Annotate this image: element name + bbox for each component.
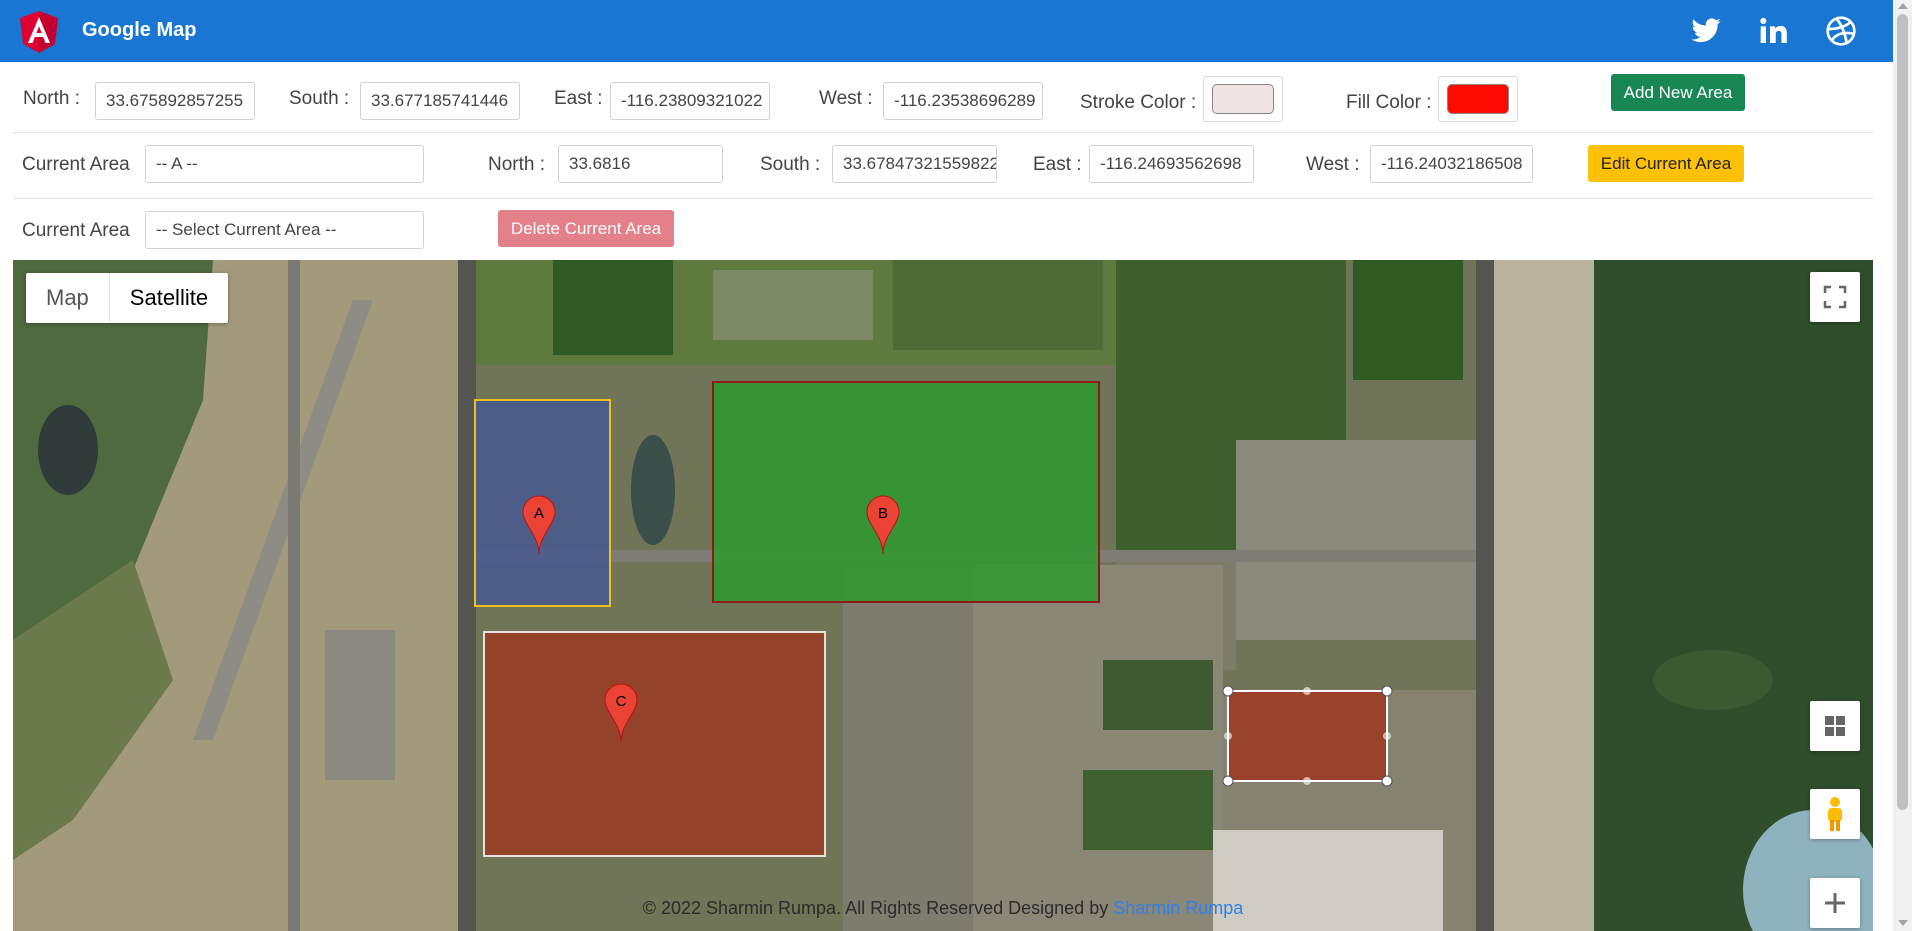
marker-c-label: C	[616, 693, 627, 710]
edit-south-input[interactable]: 33.67847321559822	[832, 145, 997, 183]
fill-color-label: Fill Color :	[1346, 92, 1432, 113]
scroll-down-arrow[interactable]	[1898, 920, 1908, 926]
area-c-polygon[interactable]	[483, 631, 826, 857]
pegman-icon	[1828, 797, 1842, 831]
page-footer: © 2022 Sharmin Rumpa. All Rights Reserve…	[13, 898, 1873, 919]
google-map[interactable]: A B C Map Satellite © 2022 Sharmin Rumpa…	[13, 260, 1873, 931]
north-label: North :	[23, 88, 81, 109]
map-type-map-button[interactable]: Map	[26, 273, 109, 323]
north-input[interactable]: 33.675892857255	[95, 82, 255, 120]
west-input[interactable]: -116.23538696289	[883, 82, 1043, 120]
area-b-polygon[interactable]	[712, 381, 1100, 603]
street-view-button[interactable]	[1810, 789, 1860, 839]
edit-west-label: West :	[1306, 154, 1360, 175]
page-scrollbar[interactable]	[1893, 0, 1912, 931]
edit-north-label: North :	[488, 154, 546, 175]
scroll-thumb[interactable]	[1897, 14, 1908, 810]
dribbble-icon[interactable]	[1823, 13, 1859, 49]
grid-icon	[1825, 716, 1845, 736]
delete-current-area-button[interactable]: Delete Current Area	[498, 210, 674, 247]
footer-author-link[interactable]: Sharmin Rumpa	[1113, 898, 1243, 918]
west-label: West :	[819, 88, 873, 109]
linkedin-icon[interactable]	[1756, 13, 1792, 49]
stroke-color-picker[interactable]	[1203, 76, 1283, 122]
app-title: Google Map	[82, 19, 197, 41]
fullscreen-button[interactable]	[1810, 272, 1860, 322]
stroke-color-label: Stroke Color :	[1080, 92, 1197, 113]
new-area-row: North : 33.675892857255 South : 33.67718…	[13, 63, 1873, 133]
east-label: East :	[554, 88, 603, 109]
scroll-up-arrow[interactable]	[1898, 3, 1908, 9]
angular-logo-icon[interactable]	[19, 10, 59, 54]
add-new-area-button[interactable]: Add New Area	[1611, 74, 1745, 111]
footer-text: © 2022 Sharmin Rumpa. All Rights Reserve…	[642, 898, 1109, 918]
current-area-label: Current Area	[22, 154, 130, 175]
edit-north-input[interactable]: 33.6816	[558, 145, 723, 183]
marker-b-label: B	[878, 505, 888, 522]
map-layers-button[interactable]	[1810, 701, 1860, 751]
delete-current-area-label: Current Area	[22, 220, 130, 241]
fullscreen-icon	[1823, 285, 1847, 309]
area-overlays: A B C	[474, 381, 1393, 857]
south-label: South :	[289, 88, 350, 109]
edit-south-label: South :	[760, 154, 821, 175]
top-navbar: Google Map	[0, 0, 1893, 62]
twitter-icon[interactable]	[1688, 13, 1724, 49]
editable-area-polygon[interactable]	[1227, 690, 1388, 782]
fill-color-picker[interactable]	[1438, 76, 1518, 122]
edit-west-input[interactable]: -116.24032186508	[1370, 145, 1533, 183]
south-input[interactable]: 33.677185741446	[360, 82, 520, 120]
map-type-satellite-button[interactable]: Satellite	[108, 273, 228, 323]
edit-east-input[interactable]: -116.24693562698	[1089, 145, 1254, 183]
delete-area-row: Current Area -- Select Current Area -- D…	[13, 199, 1873, 261]
delete-current-area-select[interactable]: -- Select Current Area --	[145, 211, 424, 249]
edit-east-label: East :	[1033, 154, 1082, 175]
edit-current-area-button[interactable]: Edit Current Area	[1588, 145, 1744, 182]
stroke-color-swatch	[1212, 84, 1274, 114]
marker-a-label: A	[534, 505, 544, 522]
east-input[interactable]: -116.23809321022	[610, 82, 770, 120]
current-area-select[interactable]: -- A --	[145, 145, 424, 183]
map-type-control: Map Satellite	[26, 273, 229, 323]
fill-color-swatch	[1447, 84, 1509, 114]
edit-area-row: Current Area -- A -- North : 33.6816 Sou…	[13, 133, 1873, 199]
